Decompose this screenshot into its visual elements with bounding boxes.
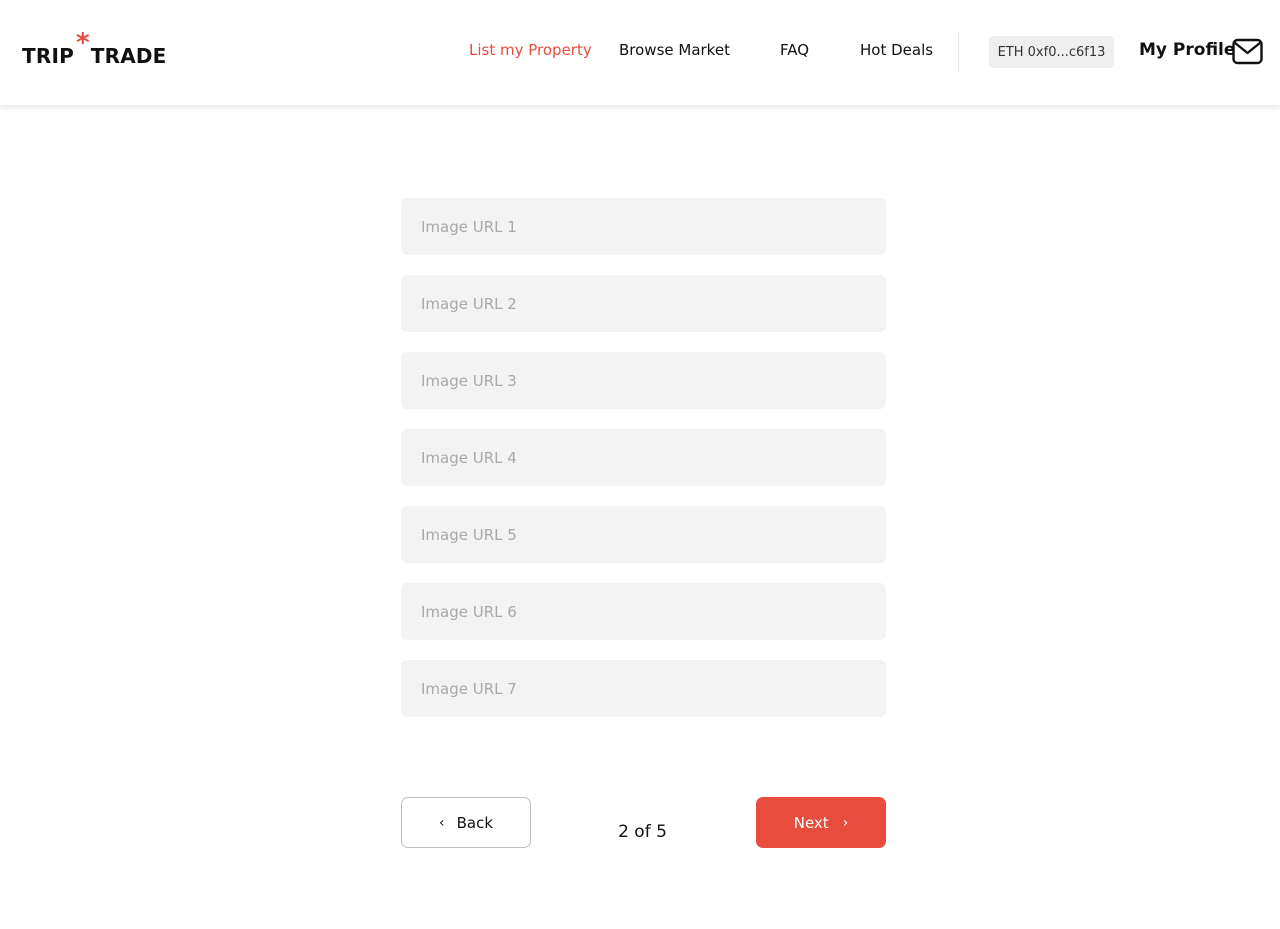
logo-text-trade: TRADE	[90, 44, 167, 68]
mail-icon[interactable]	[1232, 38, 1263, 66]
image-url-input-1[interactable]	[401, 198, 886, 255]
image-url-input-6[interactable]	[401, 583, 886, 640]
image-url-input-4[interactable]	[401, 429, 886, 486]
next-button[interactable]: Next ›	[756, 797, 886, 848]
image-url-input-2[interactable]	[401, 275, 886, 332]
back-button-label: Back	[456, 813, 494, 832]
nav-divider	[958, 32, 959, 72]
next-button-label: Next	[793, 813, 829, 832]
nav-faq[interactable]: FAQ	[780, 41, 809, 59]
triptrade-logo[interactable]: TRIP * TRADE	[22, 30, 167, 68]
nav-hot-deals[interactable]: Hot Deals	[860, 41, 933, 59]
logo-text-trip: TRIP	[22, 44, 74, 68]
my-profile-link[interactable]: My Profile	[1139, 40, 1235, 60]
image-url-input-5[interactable]	[401, 506, 886, 563]
back-button[interactable]: ‹ Back	[401, 797, 531, 848]
nav-list-my-property[interactable]: List my Property	[469, 41, 592, 59]
chevron-right-icon: ›	[842, 814, 849, 831]
image-url-input-7[interactable]	[401, 660, 886, 717]
step-indicator: 2 of 5	[618, 822, 667, 842]
nav-browse-market[interactable]: Browse Market	[619, 41, 730, 59]
top-navigation-bar: TRIP * TRADE List my Property Browse Mar…	[0, 0, 1280, 106]
image-url-input-3[interactable]	[401, 352, 886, 409]
wallet-address-badge[interactable]: ETH 0xf0...c6f13	[989, 36, 1114, 68]
logo-star-icon: *	[75, 28, 90, 58]
chevron-left-icon: ‹	[438, 814, 445, 831]
